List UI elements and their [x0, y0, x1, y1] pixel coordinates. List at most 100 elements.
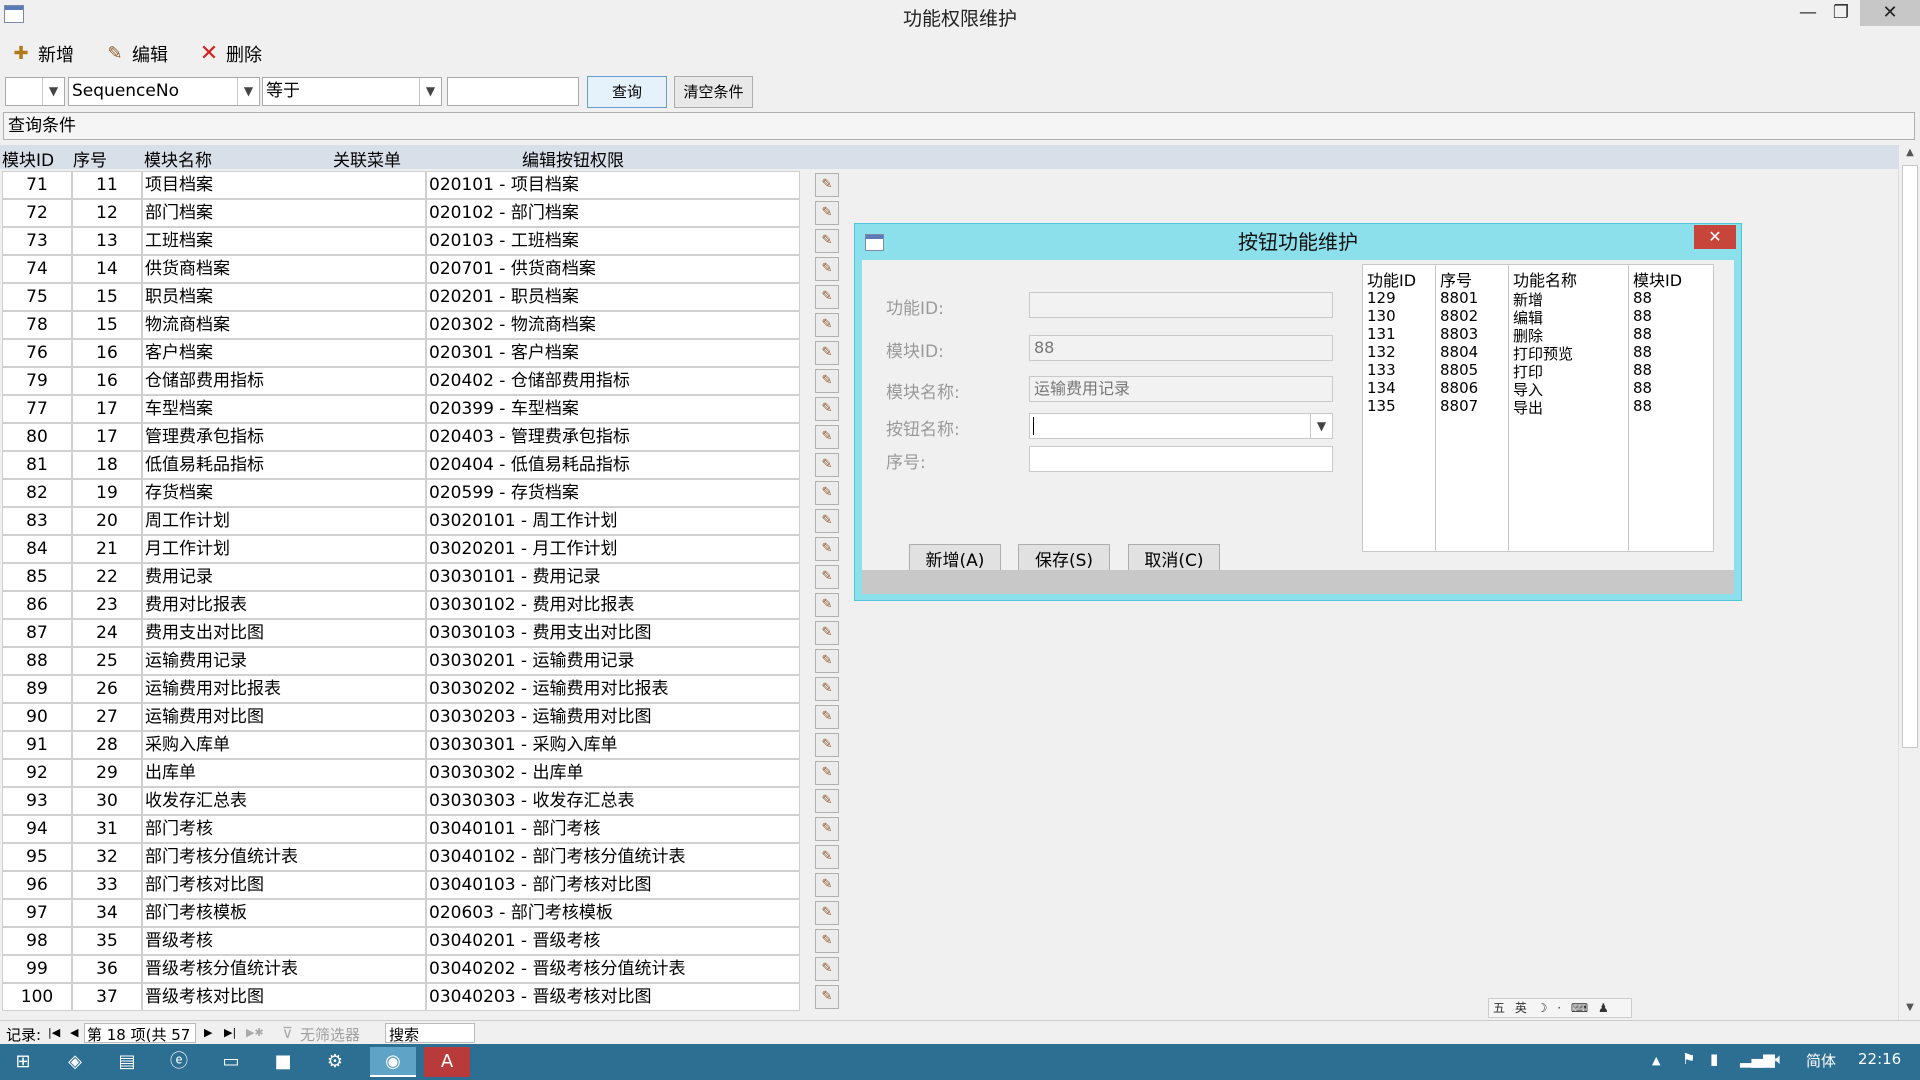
- table-row[interactable]: 72 12 部门档案 020102 - 部门档案 ✎: [0, 199, 850, 227]
- edit-permission-icon[interactable]: ✎: [815, 985, 839, 1009]
- value-input[interactable]: [447, 77, 579, 106]
- cell-module-name[interactable]: 收发存汇总表: [142, 787, 426, 815]
- table-row[interactable]: 85 22 费用记录 03030101 - 费用记录 ✎: [0, 563, 850, 591]
- edit-permission-icon[interactable]: ✎: [815, 873, 839, 897]
- button-name-combo[interactable]: ▼: [1029, 413, 1333, 439]
- cell-perm[interactable]: 03030203 - 运输费用对比图: [426, 703, 800, 731]
- cell-module-name[interactable]: 部门档案: [142, 199, 426, 227]
- cell-module-name[interactable]: 管理费承包指标: [142, 423, 426, 451]
- cell-module-name[interactable]: 部门考核模板: [142, 899, 426, 927]
- cell-module-name[interactable]: 运输费用记录: [142, 647, 426, 675]
- cell-perm[interactable]: 03030201 - 运输费用记录: [426, 647, 800, 675]
- table-row[interactable]: 77 17 车型档案 020399 - 车型档案 ✎: [0, 395, 850, 423]
- list-item-seq[interactable]: 8807: [1440, 397, 1478, 415]
- list-item-func-name[interactable]: 导出: [1513, 397, 1543, 418]
- list-item-module-id[interactable]: 88: [1633, 397, 1652, 415]
- cell-seq[interactable]: 23: [72, 591, 142, 619]
- cell-seq[interactable]: 18: [72, 451, 142, 479]
- cell-module-id[interactable]: 96: [2, 871, 72, 899]
- cell-perm[interactable]: 020101 - 项目档案: [426, 171, 800, 199]
- cell-module-id[interactable]: 92: [2, 759, 72, 787]
- cell-seq[interactable]: 19: [72, 479, 142, 507]
- list-item-func-id[interactable]: 134: [1367, 379, 1396, 397]
- cell-perm[interactable]: 03030301 - 采购入库单: [426, 731, 800, 759]
- cell-module-id[interactable]: 83: [2, 507, 72, 535]
- cell-module-name[interactable]: 晋级考核分值统计表: [142, 955, 426, 983]
- cell-perm[interactable]: 020103 - 工班档案: [426, 227, 800, 255]
- edit-permission-icon[interactable]: ✎: [815, 593, 839, 617]
- cell-module-id[interactable]: 98: [2, 927, 72, 955]
- cell-module-name[interactable]: 仓储部费用指标: [142, 367, 426, 395]
- last-record-icon[interactable]: ▶|: [224, 1026, 236, 1039]
- edit-permission-icon[interactable]: ✎: [815, 957, 839, 981]
- list-item-module-id[interactable]: 88: [1633, 379, 1652, 397]
- cell-module-id[interactable]: 71: [2, 171, 72, 199]
- list-item-func-id[interactable]: 132: [1367, 343, 1396, 361]
- edit-permission-icon[interactable]: ✎: [815, 229, 839, 253]
- next-record-icon[interactable]: ▶: [204, 1026, 212, 1039]
- cell-module-id[interactable]: 99: [2, 955, 72, 983]
- table-row[interactable]: 73 13 工班档案 020103 - 工班档案 ✎: [0, 227, 850, 255]
- cell-module-name[interactable]: 运输费用对比报表: [142, 675, 426, 703]
- module-name-field[interactable]: 运输费用记录: [1029, 376, 1333, 402]
- func-id-field[interactable]: [1029, 292, 1333, 318]
- list-item-func-id[interactable]: 135: [1367, 397, 1396, 415]
- list-item-seq[interactable]: 8802: [1440, 307, 1478, 325]
- cell-seq[interactable]: 15: [72, 311, 142, 339]
- cell-module-name[interactable]: 周工作计划: [142, 507, 426, 535]
- maximize-icon[interactable]: ❐: [1826, 0, 1856, 26]
- cell-seq[interactable]: 15: [72, 283, 142, 311]
- cell-seq[interactable]: 26: [72, 675, 142, 703]
- list-item-module-id[interactable]: 88: [1633, 307, 1652, 325]
- cell-module-name[interactable]: 晋级考核对比图: [142, 983, 426, 1011]
- cell-seq[interactable]: 22: [72, 563, 142, 591]
- cell-module-name[interactable]: 职员档案: [142, 283, 426, 311]
- edit-permission-icon[interactable]: ✎: [815, 173, 839, 197]
- table-row[interactable]: 97 34 部门考核模板 020603 - 部门考核模板 ✎: [0, 899, 850, 927]
- cell-seq[interactable]: 14: [72, 255, 142, 283]
- file-explorer-icon[interactable]: ▤: [104, 1047, 150, 1077]
- edit-permission-icon[interactable]: ✎: [815, 341, 839, 365]
- new-button[interactable]: ✚ 新增: [10, 40, 74, 68]
- cell-seq[interactable]: 16: [72, 367, 142, 395]
- table-row[interactable]: 71 11 项目档案 020101 - 项目档案 ✎: [0, 171, 850, 199]
- cell-module-id[interactable]: 74: [2, 255, 72, 283]
- cell-module-id[interactable]: 76: [2, 339, 72, 367]
- cell-seq[interactable]: 13: [72, 227, 142, 255]
- network-app-icon[interactable]: ⚙: [312, 1047, 358, 1077]
- table-row[interactable]: 80 17 管理费承包指标 020403 - 管理费承包指标 ✎: [0, 423, 850, 451]
- table-row[interactable]: 81 18 低值易耗品指标 020404 - 低值易耗品指标 ✎: [0, 451, 850, 479]
- chevron-down-icon[interactable]: ▼: [1310, 414, 1332, 438]
- cell-module-name[interactable]: 客户档案: [142, 339, 426, 367]
- table-row[interactable]: 88 25 运输费用记录 03030201 - 运输费用记录 ✎: [0, 647, 850, 675]
- device-icon[interactable]: ▮: [1710, 1050, 1718, 1068]
- cell-perm[interactable]: 03020201 - 月工作计划: [426, 535, 800, 563]
- cell-seq[interactable]: 27: [72, 703, 142, 731]
- cell-module-name[interactable]: 晋级考核: [142, 927, 426, 955]
- edit-permission-icon[interactable]: ✎: [815, 425, 839, 449]
- edit-permission-icon[interactable]: ✎: [815, 453, 839, 477]
- cell-module-name[interactable]: 物流商档案: [142, 311, 426, 339]
- table-row[interactable]: 99 36 晋级考核分值统计表 03040202 - 晋级考核分值统计表 ✎: [0, 955, 850, 983]
- media-app-icon[interactable]: ◉: [370, 1047, 416, 1077]
- module-id-field[interactable]: 88: [1029, 335, 1333, 361]
- cell-module-name[interactable]: 工班档案: [142, 227, 426, 255]
- edit-permission-icon[interactable]: ✎: [815, 705, 839, 729]
- cell-module-id[interactable]: 95: [2, 843, 72, 871]
- field-combo[interactable]: SequenceNo ▼: [68, 77, 260, 106]
- table-row[interactable]: 90 27 运输费用对比图 03030203 - 运输费用对比图 ✎: [0, 703, 850, 731]
- cell-module-id[interactable]: 94: [2, 815, 72, 843]
- scroll-thumb[interactable]: [1902, 165, 1918, 748]
- cell-seq[interactable]: 16: [72, 339, 142, 367]
- cell-perm[interactable]: 03040201 - 晋级考核: [426, 927, 800, 955]
- table-row[interactable]: 96 33 部门考核对比图 03040103 - 部门考核对比图 ✎: [0, 871, 850, 899]
- cell-module-name[interactable]: 车型档案: [142, 395, 426, 423]
- cell-seq[interactable]: 36: [72, 955, 142, 983]
- cell-seq[interactable]: 33: [72, 871, 142, 899]
- dialog-close-button[interactable]: ✕: [1694, 225, 1736, 249]
- chevron-down-icon[interactable]: ▼: [42, 78, 64, 105]
- table-row[interactable]: 89 26 运输费用对比报表 03030202 - 运输费用对比报表 ✎: [0, 675, 850, 703]
- cell-perm[interactable]: 03040203 - 晋级考核对比图: [426, 983, 800, 1011]
- cell-module-id[interactable]: 78: [2, 311, 72, 339]
- cell-perm[interactable]: 020301 - 客户档案: [426, 339, 800, 367]
